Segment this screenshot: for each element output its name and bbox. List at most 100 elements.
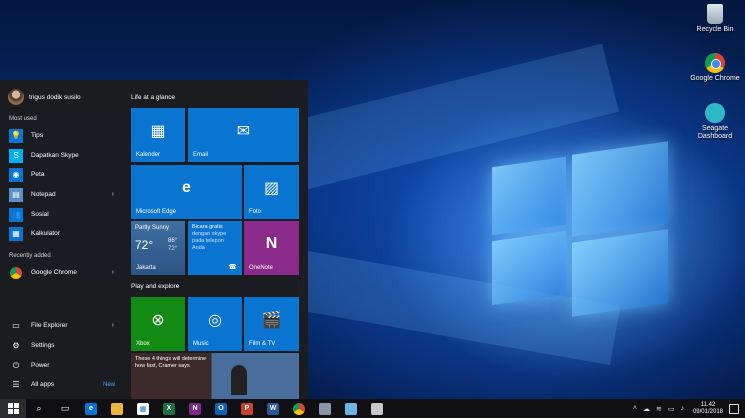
- tile-microsoft-edge[interactable]: e Microsoft Edge: [131, 165, 242, 219]
- taskbar-excel[interactable]: X: [156, 399, 182, 418]
- tile-skype[interactable]: Bicara gratis dengan skype pada telepon …: [188, 221, 242, 275]
- app-item-notepad[interactable]: ▤ Notepad ›: [0, 186, 124, 203]
- tile-kalender[interactable]: ▦ Kalender: [131, 108, 185, 162]
- most-used-label: Most used: [9, 116, 37, 122]
- taskbar-word[interactable]: W: [260, 399, 286, 418]
- wifi-icon[interactable]: ≋: [656, 405, 662, 413]
- app-item-peta[interactable]: ◉ Peta: [0, 166, 124, 183]
- chrome-icon: [705, 53, 725, 73]
- chevron-up-icon[interactable]: ˄: [633, 405, 637, 412]
- chrome-icon: [9, 266, 23, 280]
- gear-icon: ⚙: [12, 341, 20, 350]
- taskbar: ⌕ ▭ e ▦ X N O P W ˄ ☁ ≋ ▭ ♪ 11.42 09/01/…: [0, 399, 745, 418]
- edge-icon: e: [85, 402, 97, 415]
- music-disc-icon: ◎: [208, 311, 222, 329]
- people-icon: 👥: [9, 207, 23, 222]
- start-menu: trigus dodik susilo Most used 💡 Tips S D…: [0, 80, 308, 399]
- calculator-icon: ▦: [9, 226, 23, 241]
- start-button[interactable]: [0, 399, 26, 418]
- battery-icon[interactable]: ▭: [668, 405, 675, 413]
- taskbar-edge[interactable]: e: [78, 399, 104, 418]
- taskbar-chrome[interactable]: [286, 399, 312, 418]
- windows-logo-wallpaper: [492, 140, 668, 317]
- settings-button[interactable]: ⚙ Settings: [0, 337, 124, 354]
- volume-icon[interactable]: ♪: [680, 405, 684, 412]
- taskbar-app-2[interactable]: [338, 399, 364, 418]
- news-person-image: [231, 365, 247, 395]
- store-icon: ▦: [137, 402, 149, 415]
- seagate-icon: [705, 103, 725, 123]
- start-left-column: trigus dodik susilo Most used 💡 Tips S D…: [0, 80, 124, 399]
- power-icon: ⏻: [12, 360, 20, 370]
- notification-icon[interactable]: [729, 403, 739, 414]
- file-explorer-button[interactable]: ▭ File Explorer ›: [0, 317, 124, 334]
- group-title-play: Play and explore: [131, 283, 180, 290]
- weather-temperature: 72°: [135, 238, 154, 252]
- outlook-icon: O: [215, 402, 227, 415]
- word-icon: W: [267, 402, 279, 415]
- desktop-icon-google-chrome[interactable]: Google Chrome: [689, 53, 741, 83]
- avatar: [8, 89, 24, 105]
- search-icon: ⌕: [36, 403, 42, 413]
- task-view-button[interactable]: ▭: [52, 399, 78, 418]
- search-button[interactable]: ⌕: [26, 399, 52, 418]
- tile-music[interactable]: ◎ Music: [188, 297, 242, 351]
- taskbar-onenote[interactable]: N: [182, 399, 208, 418]
- app-item-skype[interactable]: S Dapatkan Skype: [0, 147, 124, 164]
- onenote-icon: N: [265, 234, 278, 252]
- taskbar-store[interactable]: ▦: [130, 399, 156, 418]
- tile-foto[interactable]: ▨ Foto: [244, 165, 299, 219]
- task-view-icon: ▭: [60, 403, 70, 413]
- powerpoint-icon: P: [241, 402, 253, 415]
- taskbar-outlook[interactable]: O: [208, 399, 234, 418]
- chevron-right-icon[interactable]: ›: [112, 269, 114, 276]
- cloud-icon[interactable]: ☁: [643, 405, 650, 413]
- group-title-life: Life at a glance: [131, 94, 176, 101]
- edge-icon: e: [182, 178, 191, 196]
- system-tray: ˄ ☁ ≋ ▭ ♪ 11.42 09/01/2018: [630, 399, 745, 418]
- taskbar-file-explorer[interactable]: [104, 399, 130, 418]
- desktop-icon-seagate-dashboard[interactable]: Seagate Dashboard: [689, 103, 741, 141]
- photo-icon: ▨: [263, 179, 280, 197]
- app-item-kalkulator[interactable]: ▦ Kalkulator: [0, 225, 124, 242]
- tile-news[interactable]: These 4 things will determine how fast, …: [131, 353, 299, 399]
- tile-weather[interactable]: Partly Sunny 72° 86° 72° Jakarta: [131, 221, 185, 275]
- onenote-icon: N: [189, 402, 201, 415]
- xbox-icon: ⊗: [151, 311, 165, 329]
- notepad-icon: ▤: [9, 187, 23, 202]
- tile-onenote[interactable]: N OneNote: [244, 221, 299, 275]
- chrome-icon: [293, 402, 305, 415]
- user-account-button[interactable]: trigus dodik susilo: [8, 89, 81, 105]
- list-icon: ☰: [12, 380, 20, 389]
- recently-added-label: Recently added: [9, 253, 51, 259]
- excel-icon: X: [163, 402, 175, 415]
- desktop-icon-recycle-bin[interactable]: Recycle Bin: [689, 4, 741, 34]
- new-badge: New: [102, 381, 115, 388]
- taskbar-app-3[interactable]: [364, 399, 390, 418]
- film-icon: 🎬: [261, 311, 282, 329]
- taskbar-app-1[interactable]: [312, 399, 338, 418]
- taskbar-powerpoint[interactable]: P: [234, 399, 260, 418]
- power-button[interactable]: ⏻ Power: [0, 357, 124, 374]
- folder-icon: [111, 402, 123, 415]
- map-icon: ◉: [9, 167, 23, 182]
- clock[interactable]: 11.42 09/01/2018: [693, 402, 723, 416]
- tile-xbox[interactable]: ⊗ Xbox: [131, 297, 185, 351]
- app-item-tips[interactable]: 💡 Tips: [0, 127, 124, 144]
- recycle-bin-icon: [707, 4, 723, 24]
- app-item-google-chrome[interactable]: Google Chrome ›: [0, 264, 124, 281]
- mail-icon: ✉: [236, 122, 251, 140]
- tile-email[interactable]: ✉ Email: [188, 108, 299, 162]
- chevron-right-icon[interactable]: ›: [112, 191, 114, 198]
- folder-icon: ▭: [12, 321, 20, 330]
- all-apps-button[interactable]: ☰ All apps New: [0, 376, 124, 393]
- chevron-right-icon[interactable]: ›: [112, 322, 114, 329]
- app-icon: [345, 402, 357, 415]
- app-icon: [319, 402, 331, 415]
- app-item-sosial[interactable]: 👥 Sosial: [0, 206, 124, 223]
- tile-film-tv[interactable]: 🎬 Film & TV: [244, 297, 299, 351]
- lightbulb-icon: 💡: [9, 128, 23, 143]
- calendar-icon: ▦: [150, 122, 166, 140]
- phone-icon: ☎: [228, 264, 237, 271]
- app-icon: [371, 402, 383, 415]
